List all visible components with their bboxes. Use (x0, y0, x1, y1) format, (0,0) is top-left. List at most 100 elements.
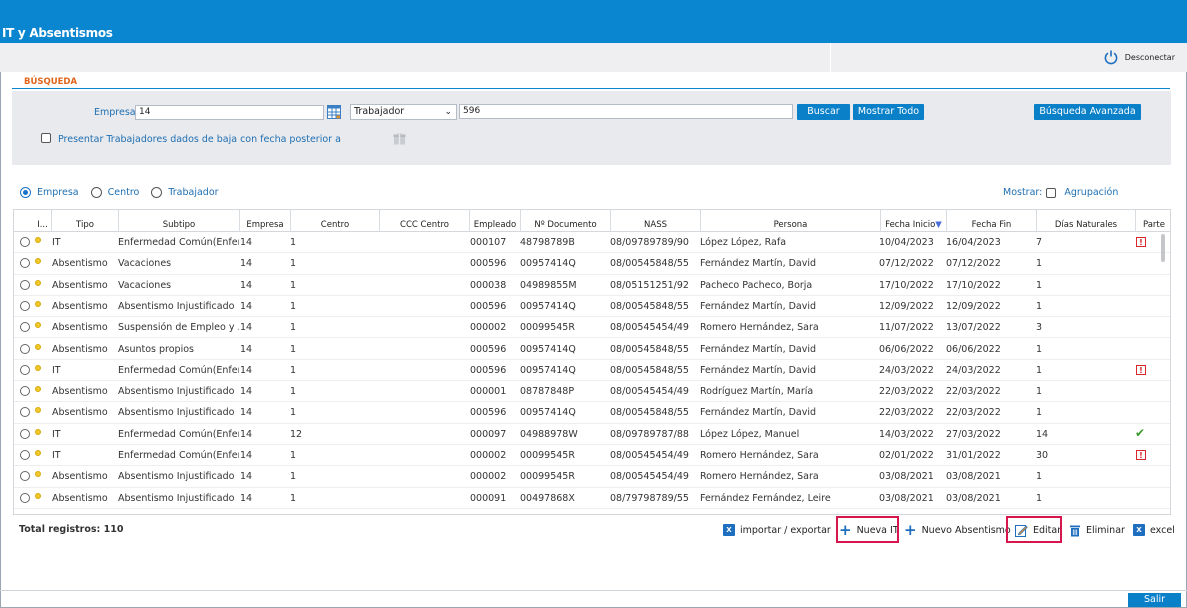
radio-empresa[interactable] (20, 187, 31, 198)
table-row[interactable]: Absentismo Absentismo Injustificado 14 1 000… (14, 402, 1170, 424)
row-select-radio[interactable] (20, 428, 30, 439)
col-header-empleado[interactable]: Empleado (470, 210, 521, 232)
busqueda-avanzada-button[interactable]: Búsqueda Avanzada (1034, 104, 1141, 120)
cell-inicio: 14/03/2022 (879, 428, 934, 440)
empresa-input[interactable]: 14 (135, 105, 324, 120)
table-row[interactable]: IT Enfermedad Común(Enfer... 14 1 000002 0009… (14, 445, 1170, 467)
cell-tipo: Absentismo (52, 322, 108, 334)
cell-centro: 1 (290, 450, 297, 461)
col-header-empresa[interactable]: Empresa (240, 210, 291, 232)
status-dot-icon (35, 407, 41, 414)
row-select-radio[interactable] (20, 450, 30, 460)
row-select-radio[interactable] (20, 492, 30, 503)
agrupacion-checkbox[interactable] (1046, 187, 1057, 198)
cell-empresa: 14 (240, 279, 253, 291)
cell-empleado: 000596 (470, 343, 507, 355)
col-header-nass[interactable]: NASS (611, 210, 701, 232)
col-header-centro[interactable]: Centro (291, 210, 380, 232)
excel-button[interactable]: X excel (1133, 524, 1175, 536)
table-row[interactable]: Absentismo Absentismo Injustificado 14 1 000… (14, 296, 1170, 318)
cell-empleado: 000091 (470, 492, 507, 504)
col-header-persona[interactable]: Persona (701, 210, 881, 232)
table-row[interactable]: Absentismo Suspensión de Empleo y ... 14 1 0… (14, 317, 1170, 339)
cell-doc: 00957414Q (520, 407, 576, 419)
cell-empleado: 000002 (470, 322, 507, 334)
col-header-documento[interactable]: Nº Documento (521, 210, 611, 232)
cell-empresa: 14 (240, 471, 253, 483)
cell-centro: 1 (290, 471, 297, 483)
row-select-radio[interactable] (20, 364, 30, 375)
row-select-radio[interactable] (20, 407, 30, 418)
cell-persona: Fernández Fernández, Leire (700, 492, 831, 504)
cell-doc: 00099545R (520, 322, 575, 334)
radio-centro[interactable] (90, 187, 102, 198)
col-header-fecha-fin[interactable]: Fecha Fin (947, 210, 1037, 232)
col-header-subtipo[interactable]: Subtipo (119, 210, 240, 232)
row-select-radio[interactable] (20, 471, 30, 482)
import-export-button[interactable]: X importar / exportar (723, 524, 831, 536)
table-row[interactable]: IT Enfermedad Común(Enfer... 14 1 000107 4879… (14, 232, 1170, 254)
parte-alert-icon[interactable]: ! (1136, 237, 1146, 247)
table-row[interactable]: Absentismo Absentismo Injustificado 14 1 000… (14, 488, 1170, 509)
calendar-table-icon[interactable] (327, 105, 341, 119)
row-select-radio[interactable] (20, 279, 30, 290)
cell-centro: 1 (290, 343, 297, 355)
col-header-tipo[interactable]: Tipo (52, 210, 119, 232)
logout-label: Desconectar (1124, 52, 1175, 62)
import-export-label: importar / exportar (740, 524, 831, 536)
mostrar-todo-button[interactable]: Mostrar Todo (853, 104, 924, 120)
row-select-radio[interactable] (20, 322, 30, 333)
parte-alert-icon[interactable]: ! (1136, 450, 1146, 460)
cell-fin: 27/03/2022 (946, 428, 1001, 440)
cell-dias: 1 (1036, 386, 1043, 398)
search-type-select[interactable]: Trabajador ⌄ (350, 104, 457, 120)
row-select-radio[interactable] (20, 386, 30, 397)
cell-dias: 7 (1036, 237, 1043, 248)
table-row[interactable]: IT Enfermedad Común(Enfer... 14 12 000097 049… (14, 424, 1170, 445)
nuevo-absentismo-button[interactable]: + Nuevo Absentismo (904, 523, 1011, 538)
status-dot-icon (35, 237, 41, 243)
cell-empleado: 000596 (470, 364, 507, 376)
eliminar-button[interactable]: Eliminar (1069, 524, 1125, 537)
worker-input[interactable]: 596 (459, 104, 793, 119)
table-row[interactable]: IT Enfermedad Común(Enfer... 14 1 000596 0095… (14, 360, 1170, 382)
salir-button[interactable]: Salir (1128, 593, 1181, 607)
col-header-indicator[interactable]: I... (14, 210, 52, 232)
logout-button[interactable]: Desconectar (1103, 49, 1175, 65)
parte-check-icon[interactable]: ✔ (1135, 426, 1145, 440)
table-row[interactable]: Absentismo Absentismo Injustificado 14 1 000… (14, 466, 1170, 488)
row-select-radio[interactable] (20, 258, 30, 269)
cell-doc: 00099545R (520, 450, 575, 461)
cell-centro: 1 (290, 237, 297, 248)
cell-dias: 1 (1036, 279, 1043, 291)
grouping-radio-group: Empresa Centro Trabajador (20, 187, 219, 198)
table-row[interactable]: Absentismo Vacaciones 14 1 000596 00957414Q 08… (14, 253, 1170, 275)
col-header-fecha-inicio[interactable]: Fecha Inicio▼ (881, 210, 947, 232)
buscar-button[interactable]: Buscar (797, 104, 850, 120)
cell-doc: 00957414Q (520, 343, 576, 355)
presentar-checkbox[interactable] (41, 133, 51, 143)
row-select-radio[interactable] (20, 343, 30, 354)
cell-nass: 08/09789787/88 (610, 428, 689, 440)
col-header-dias[interactable]: Días Naturales (1037, 210, 1136, 232)
cell-empresa: 14 (240, 300, 253, 312)
parte-alert-icon[interactable]: ! (1136, 364, 1146, 375)
cell-persona: Romero Hernández, Sara (700, 322, 819, 334)
trash-icon (1070, 525, 1080, 537)
chevron-down-icon: ⌄ (444, 107, 452, 117)
cell-tipo: Absentismo (52, 407, 108, 419)
row-select-radio[interactable] (20, 300, 30, 311)
table-row[interactable]: Absentismo Absentismo Injustificado 14 1 000… (14, 381, 1170, 403)
cell-empresa: 14 (240, 258, 253, 270)
table-row[interactable]: Absentismo Vacaciones 14 1 000038 04989855M 08… (14, 275, 1170, 296)
table-row[interactable]: Absentismo Asuntos propios 14 1 000596 009574… (14, 339, 1170, 360)
cell-inicio: 10/04/2023 (879, 237, 934, 248)
col-header-ccc-centro[interactable]: CCC Centro (380, 210, 470, 232)
row-select-radio[interactable] (20, 237, 30, 247)
grid-scrollbar[interactable] (1159, 222, 1167, 512)
status-dot-icon (35, 450, 41, 456)
scrollbar-thumb[interactable] (1161, 234, 1165, 262)
cell-persona: López López, Manuel (700, 428, 800, 440)
date-picker-icon[interactable] (393, 132, 406, 145)
radio-trabajador[interactable] (151, 187, 163, 198)
